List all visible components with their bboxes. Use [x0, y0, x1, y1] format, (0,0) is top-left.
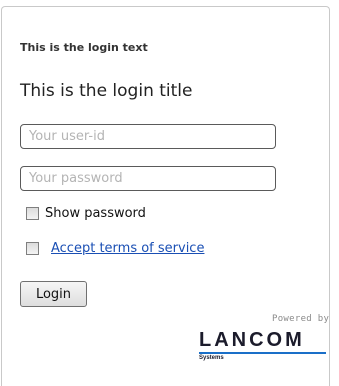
show-password-checkbox[interactable] — [26, 207, 39, 220]
login-button[interactable]: Login — [20, 281, 87, 307]
password-input[interactable] — [20, 166, 276, 191]
login-text: This is the login text — [20, 41, 148, 54]
show-password-row[interactable]: Show password — [26, 206, 146, 221]
logo-subtitle: Systems — [199, 355, 224, 361]
accept-terms-link[interactable]: Accept terms of service — [51, 241, 204, 256]
logo-underline — [199, 352, 326, 354]
accept-terms-row[interactable]: Accept terms of service — [26, 241, 204, 256]
lancom-logo: LANCOM Systems — [199, 330, 327, 361]
userid-input[interactable] — [20, 124, 276, 149]
login-title: This is the login title — [20, 81, 193, 101]
powered-by-text: Powered by — [272, 314, 330, 324]
accept-terms-checkbox[interactable] — [26, 242, 39, 255]
show-password-label[interactable]: Show password — [45, 206, 146, 221]
logo-wordmark: LANCOM — [199, 329, 305, 351]
